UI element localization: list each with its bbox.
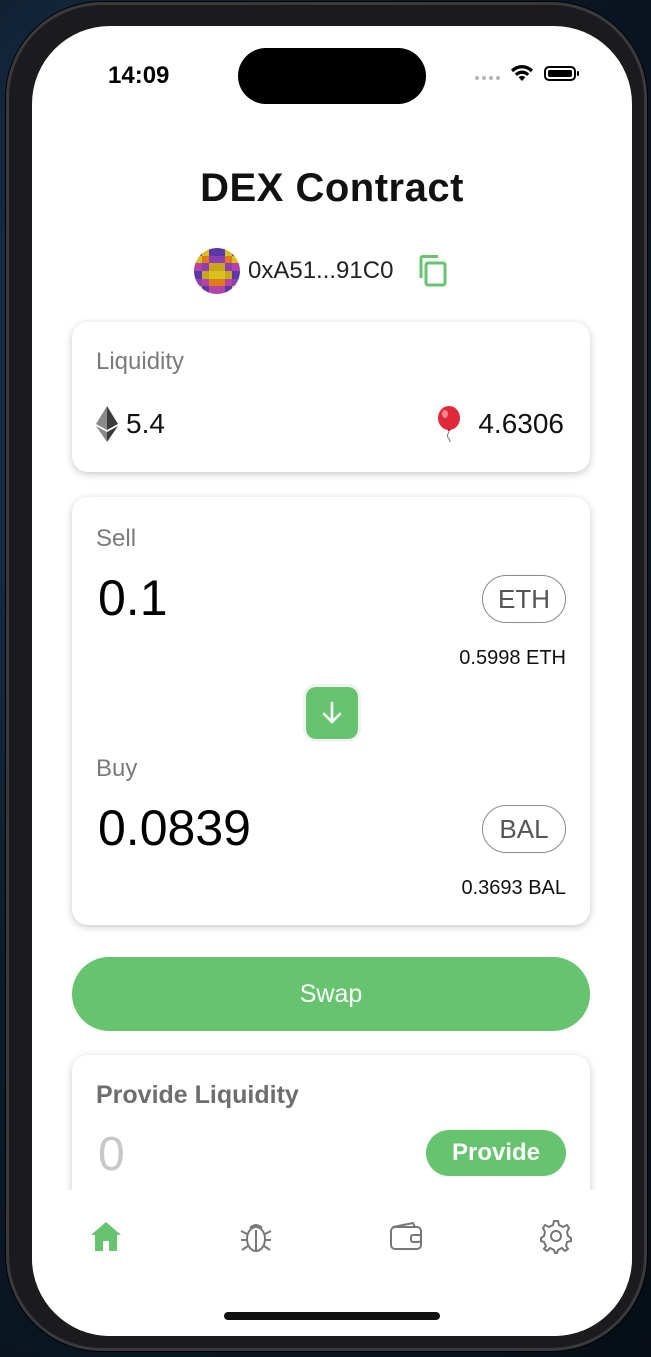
ethereum-icon	[96, 406, 118, 442]
sell-amount-input[interactable]: 0.1	[98, 569, 168, 627]
swap-direction-button[interactable]	[306, 687, 358, 739]
liquidity-label: Liquidity	[96, 348, 185, 375]
status-icons	[475, 64, 579, 82]
buy-token-button[interactable]: BAL	[482, 805, 566, 853]
app-screen: 14:09 DEX Contract 0xA51...91C0 Liquidit…	[32, 26, 632, 1336]
provide-amount-input[interactable]: 0	[98, 1127, 125, 1182]
copy-icon[interactable]	[417, 254, 449, 288]
buy-balance: 0.3693 BAL	[461, 877, 566, 899]
battery-icon	[544, 65, 579, 81]
tab-home[interactable]	[86, 1216, 126, 1256]
tab-debug[interactable]	[236, 1216, 276, 1256]
home-indicator	[224, 1312, 440, 1320]
provide-button[interactable]: Provide	[426, 1130, 566, 1176]
swap-card: Sell 0.1 ETH 0.5998 ETH Buy 0.0839 BAL 0…	[72, 497, 590, 925]
wallet-icon	[390, 1221, 422, 1250]
liquidity-bal: 4.6306	[436, 406, 564, 442]
phone-frame: 14:09 DEX Contract 0xA51...91C0 Liquidit…	[6, 2, 647, 1351]
wallet-address: 0xA51...91C0	[248, 257, 394, 284]
wifi-icon	[511, 64, 533, 81]
sell-label: Sell	[96, 525, 137, 552]
liquidity-bal-amount: 4.6306	[478, 408, 564, 439]
bug-icon	[240, 1224, 272, 1252]
wallet-address-row: 0xA51...91C0	[194, 248, 449, 294]
buy-label: Buy	[96, 755, 138, 782]
swap-button[interactable]: Swap	[72, 957, 590, 1031]
gear-icon	[540, 1220, 572, 1254]
page-title: DEX Contract	[200, 166, 464, 210]
status-time: 14:09	[108, 62, 170, 89]
sell-token-button[interactable]: ETH	[482, 575, 566, 623]
dynamic-island	[238, 48, 426, 104]
liquidity-eth: 5.4	[96, 406, 165, 442]
liquidity-eth-amount: 5.4	[126, 408, 165, 439]
balloon-icon	[438, 406, 461, 442]
liquidity-card: Liquidity 5.4 4.6306	[72, 322, 590, 472]
signal-icon	[475, 66, 500, 80]
buy-amount: 0.0839	[98, 800, 251, 856]
home-icon	[91, 1222, 121, 1251]
provide-liquidity-title: Provide Liquidity	[96, 1081, 299, 1109]
tab-settings[interactable]	[536, 1216, 576, 1256]
tab-wallet[interactable]	[386, 1216, 426, 1256]
avatar	[194, 248, 240, 294]
sell-balance: 0.5998 ETH	[459, 647, 566, 669]
arrow-down-icon	[322, 701, 342, 724]
